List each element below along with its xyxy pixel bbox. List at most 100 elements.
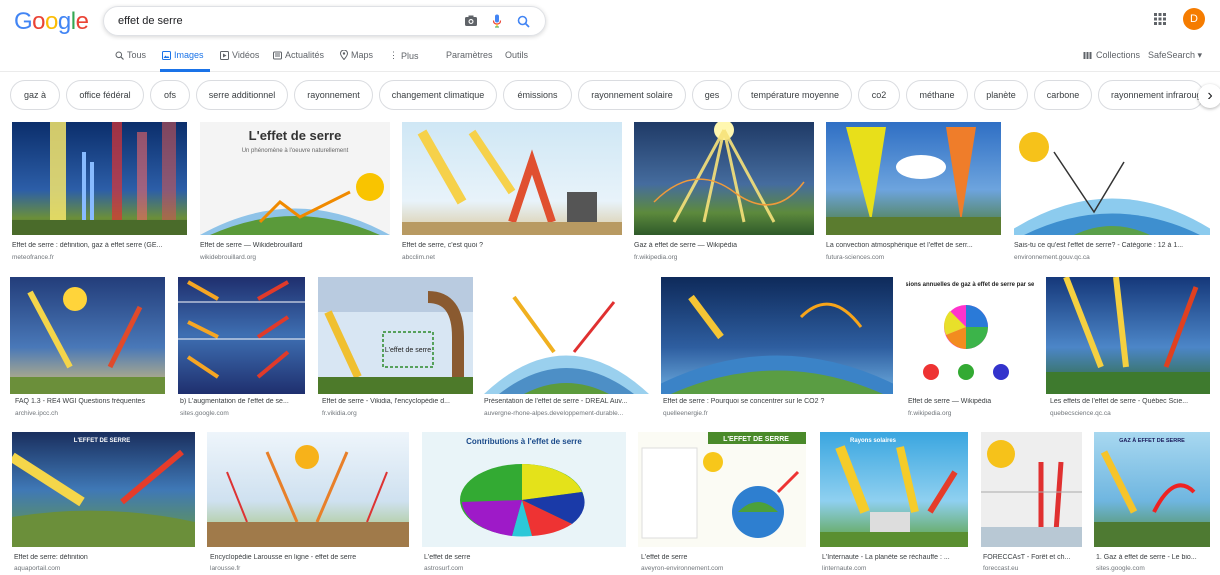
greenhouse-diagram-image (981, 440, 1082, 547)
result-caption[interactable]: L'Internaute - La planète se réchauffe :… (822, 554, 970, 561)
result-thumbnail[interactable]: L'effet de serre Un phénomène à l'oeuvre… (200, 122, 390, 235)
result-thumbnail[interactable] (484, 277, 649, 394)
result-thumbnail[interactable] (826, 122, 1001, 235)
greenhouse-diagram-image (653, 122, 805, 223)
camera-icon[interactable] (461, 11, 481, 31)
result-caption[interactable]: 1. Gaz à effet de serre - Le bio... (1096, 554, 1212, 561)
result-thumbnail[interactable] (661, 277, 893, 394)
chip-temperature-moyenne[interactable]: température moyenne (738, 80, 852, 110)
result-source: meteofrance.fr (12, 254, 54, 261)
result-caption[interactable]: FORECCAsT - Forêt et ch... (983, 554, 1083, 561)
chip-ofs[interactable]: ofs (150, 80, 190, 110)
tab-label: Tous (127, 50, 147, 60)
result-thumbnail[interactable] (1046, 277, 1210, 394)
tab-tools[interactable]: Outils (505, 50, 528, 60)
result-thumbnail[interactable] (10, 277, 165, 394)
search-box[interactable]: effet de serre (103, 6, 546, 36)
result-source: linternaute.com (822, 565, 867, 572)
apps-grid-icon[interactable] (1153, 12, 1167, 26)
chevron-right-icon[interactable]: › (1198, 84, 1220, 108)
chip-rayonnement-infrarouge[interactable]: rayonnement infrarouge (1098, 80, 1204, 110)
collections-link[interactable]: Collections (1083, 50, 1140, 60)
result-thumbnail[interactable] (981, 432, 1082, 547)
result-caption[interactable]: Sais-tu ce qu'est l'effet de serre? - Ca… (1014, 242, 1210, 249)
pin-icon (340, 50, 348, 60)
chip-serre-additionnel[interactable]: serre additionnel (196, 80, 288, 110)
result-caption[interactable]: Les effets de l'effet de serre - Québec … (1050, 398, 1210, 405)
search-input[interactable]: effet de serre (118, 15, 461, 27)
logo-letter: o (32, 8, 46, 35)
greenhouse-diagram-image (826, 127, 1001, 235)
result-thumbnail[interactable] (12, 122, 187, 235)
result-caption[interactable]: Encyclopédie Larousse en ligne - effet d… (210, 554, 410, 561)
result-caption[interactable]: Effet de serre : Pourquoi se concentrer … (663, 398, 893, 405)
safesearch-toggle[interactable]: SafeSearch ▾ (1148, 50, 1202, 61)
thumb-title: Contributions à l'effet de serre (466, 437, 582, 446)
result-source: abcclim.net (402, 254, 435, 261)
result-caption[interactable]: Effet de serre — Wikidebrouillard (200, 242, 390, 249)
microphone-icon[interactable] (487, 11, 507, 31)
result-thumbnail[interactable]: L'EFFET DE SERRE (12, 432, 195, 547)
greenhouse-diagram-image (178, 280, 305, 379)
result-thumbnail[interactable]: Rayons solaires (820, 432, 968, 547)
result-source: aveyron-environnement.com (641, 565, 724, 572)
active-tab-indicator (160, 69, 210, 72)
result-thumbnail[interactable]: Contributions à l'effet de serre (422, 432, 626, 547)
google-logo[interactable]: Google (14, 8, 89, 36)
logo-letter: o (45, 8, 58, 35)
result-caption[interactable]: La convection atmosphérique et l'effet d… (826, 242, 1002, 249)
result-source: wikidebrouillard.org (200, 254, 256, 261)
tab-settings[interactable]: Paramètres (446, 50, 493, 60)
result-thumbnail[interactable]: Émissions annuelles de gaz à effet de se… (906, 277, 1034, 394)
thumb-title: L'effet de serre (385, 347, 431, 354)
tab-all[interactable]: Tous (115, 50, 146, 60)
result-source: fr.wikipedia.org (908, 410, 952, 417)
chip-gaz-a[interactable]: gaz à (10, 80, 60, 110)
result-caption[interactable]: Effet de serre: définition (14, 554, 194, 561)
result-source: quelleenergie.fr (663, 410, 708, 417)
tab-images[interactable]: Images (162, 50, 204, 60)
result-caption[interactable]: Effet de serre - Vikidia, l'encyclopédie… (322, 398, 472, 405)
greenhouse-diagram-image (1014, 132, 1210, 235)
result-thumbnail[interactable] (178, 277, 305, 394)
chip-changement-climatique[interactable]: changement climatique (379, 80, 497, 110)
tab-news[interactable]: Actualités (273, 50, 324, 60)
thumb-title: Rayons solaires (850, 438, 897, 444)
chip-planete[interactable]: planète (974, 80, 1028, 110)
result-thumbnail[interactable]: L'EFFET DE SERRE (638, 432, 806, 547)
result-thumbnail[interactable] (207, 432, 409, 547)
result-thumbnail[interactable] (634, 122, 814, 235)
chip-emissions[interactable]: émissions (503, 80, 572, 110)
pie-chart-image: Contributions à l'effet de serre (460, 437, 585, 537)
result-caption[interactable]: Présentation de l'effet de serre - DREAL… (484, 398, 644, 405)
result-thumbnail[interactable]: L'effet de serre (318, 277, 473, 394)
result-caption[interactable]: FAQ 1.3 - RE4 WGI Questions fréquentes (15, 398, 175, 405)
chip-methane[interactable]: méthane (906, 80, 968, 110)
chip-rayonnement[interactable]: rayonnement (294, 80, 373, 110)
tab-videos[interactable]: Vidéos (220, 50, 259, 60)
account-avatar[interactable]: D (1183, 8, 1205, 30)
result-thumbnail[interactable]: GAZ À EFFET DE SERRE (1094, 432, 1210, 547)
result-source: sites.google.com (1096, 565, 1145, 572)
tab-maps[interactable]: Maps (340, 50, 373, 60)
result-caption[interactable]: Gaz à effet de serre — Wikipédia (634, 242, 814, 249)
chip-ges[interactable]: ges (692, 80, 732, 110)
result-caption[interactable]: L'effet de serre (424, 554, 624, 561)
thumb-title: L'EFFET DE SERRE (723, 436, 789, 443)
result-thumbnail[interactable] (402, 122, 622, 235)
greenhouse-diagram-image (10, 287, 165, 394)
search-icon[interactable] (513, 11, 533, 31)
tab-more[interactable]: ⋮ Plus (389, 50, 419, 61)
greenhouse-diagram-image: L'effet de serre (318, 277, 473, 394)
result-thumbnail[interactable] (1014, 122, 1210, 235)
chip-office-federal[interactable]: office fédéral (66, 80, 144, 110)
result-caption[interactable]: b) L'augmentation de l'effet de se... (180, 398, 308, 405)
chip-co2[interactable]: co2 (858, 80, 900, 110)
result-caption[interactable]: Effet de serre : définition, gaz à effet… (12, 242, 190, 249)
chip-carbone[interactable]: carbone (1034, 80, 1092, 110)
result-source: environnement.gouv.qc.ca (1014, 254, 1090, 261)
result-caption[interactable]: L'effet de serre (641, 554, 811, 561)
chip-rayonnement-solaire[interactable]: rayonnement solaire (578, 80, 686, 110)
result-caption[interactable]: Effet de serre, c'est quoi ? (402, 242, 622, 249)
result-caption[interactable]: Effet de serre — Wikipédia (908, 398, 1036, 405)
